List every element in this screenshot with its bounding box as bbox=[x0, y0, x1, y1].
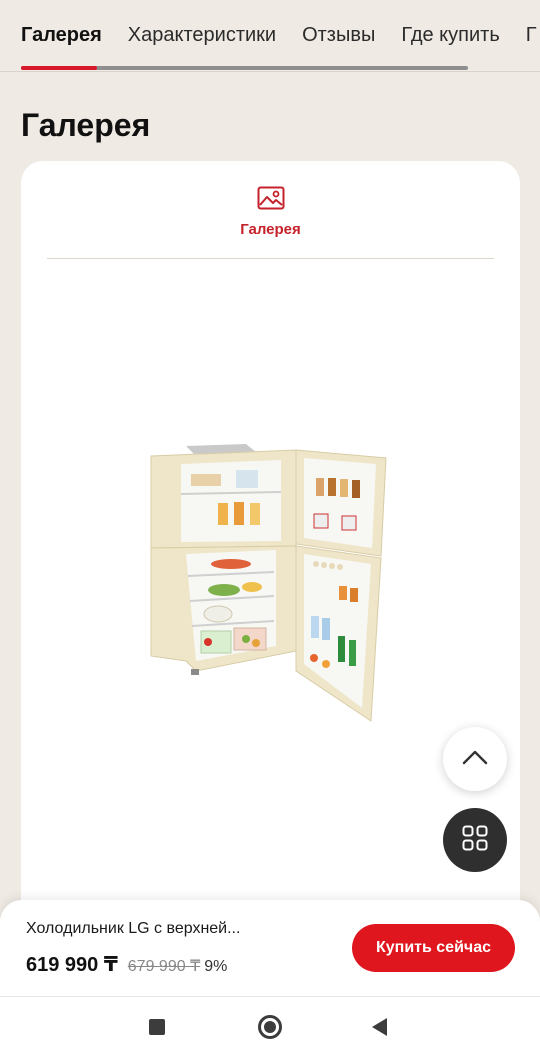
old-price: 679 990 ₸ bbox=[127, 958, 201, 975]
current-price: 619 990 ₸ bbox=[26, 954, 118, 976]
system-nav-bar bbox=[0, 996, 540, 1057]
section-title: Галерея bbox=[21, 107, 151, 143]
product-image[interactable] bbox=[146, 436, 396, 726]
tab-specifications[interactable]: Характеристики bbox=[128, 22, 276, 48]
active-tab-indicator bbox=[21, 66, 97, 70]
discount-percent: 9% bbox=[204, 958, 228, 975]
card-divider bbox=[47, 258, 494, 259]
gallery-media-tab[interactable]: Галерея bbox=[21, 186, 520, 238]
quick-menu-button[interactable] bbox=[443, 808, 507, 872]
home-circle-icon[interactable] bbox=[258, 1015, 282, 1039]
tab-gallery[interactable]: Галерея bbox=[21, 22, 102, 48]
product-name[interactable]: Холодильник LG с верхней... bbox=[26, 920, 240, 938]
purchase-bar: Холодильник LG с верхней... 619 990 ₸ 67… bbox=[0, 900, 540, 996]
image-icon bbox=[257, 186, 285, 210]
price-row: 619 990 ₸ 679 990 ₸ 9% bbox=[26, 952, 227, 977]
tab-reviews[interactable]: Отзывы bbox=[302, 22, 375, 48]
back-triangle-icon[interactable] bbox=[372, 1018, 387, 1036]
scroll-to-top-button[interactable] bbox=[443, 727, 507, 791]
chevron-up-icon bbox=[462, 749, 488, 770]
grid-icon bbox=[462, 825, 488, 856]
gallery-media-tab-label: Галерея bbox=[240, 221, 301, 238]
section-tab-bar: Галерея Характеристики Отзывы Где купить… bbox=[0, 0, 540, 72]
tab-where-to-buy[interactable]: Где купить bbox=[401, 22, 499, 48]
tab-next-partial[interactable]: Г bbox=[526, 22, 537, 48]
gallery-card: Галерея bbox=[21, 161, 520, 941]
recent-apps-square-icon[interactable] bbox=[149, 1019, 165, 1035]
buy-now-button[interactable]: Купить сейчас bbox=[352, 924, 515, 972]
tab-list: Галерея Характеристики Отзывы Где купить… bbox=[21, 22, 540, 48]
